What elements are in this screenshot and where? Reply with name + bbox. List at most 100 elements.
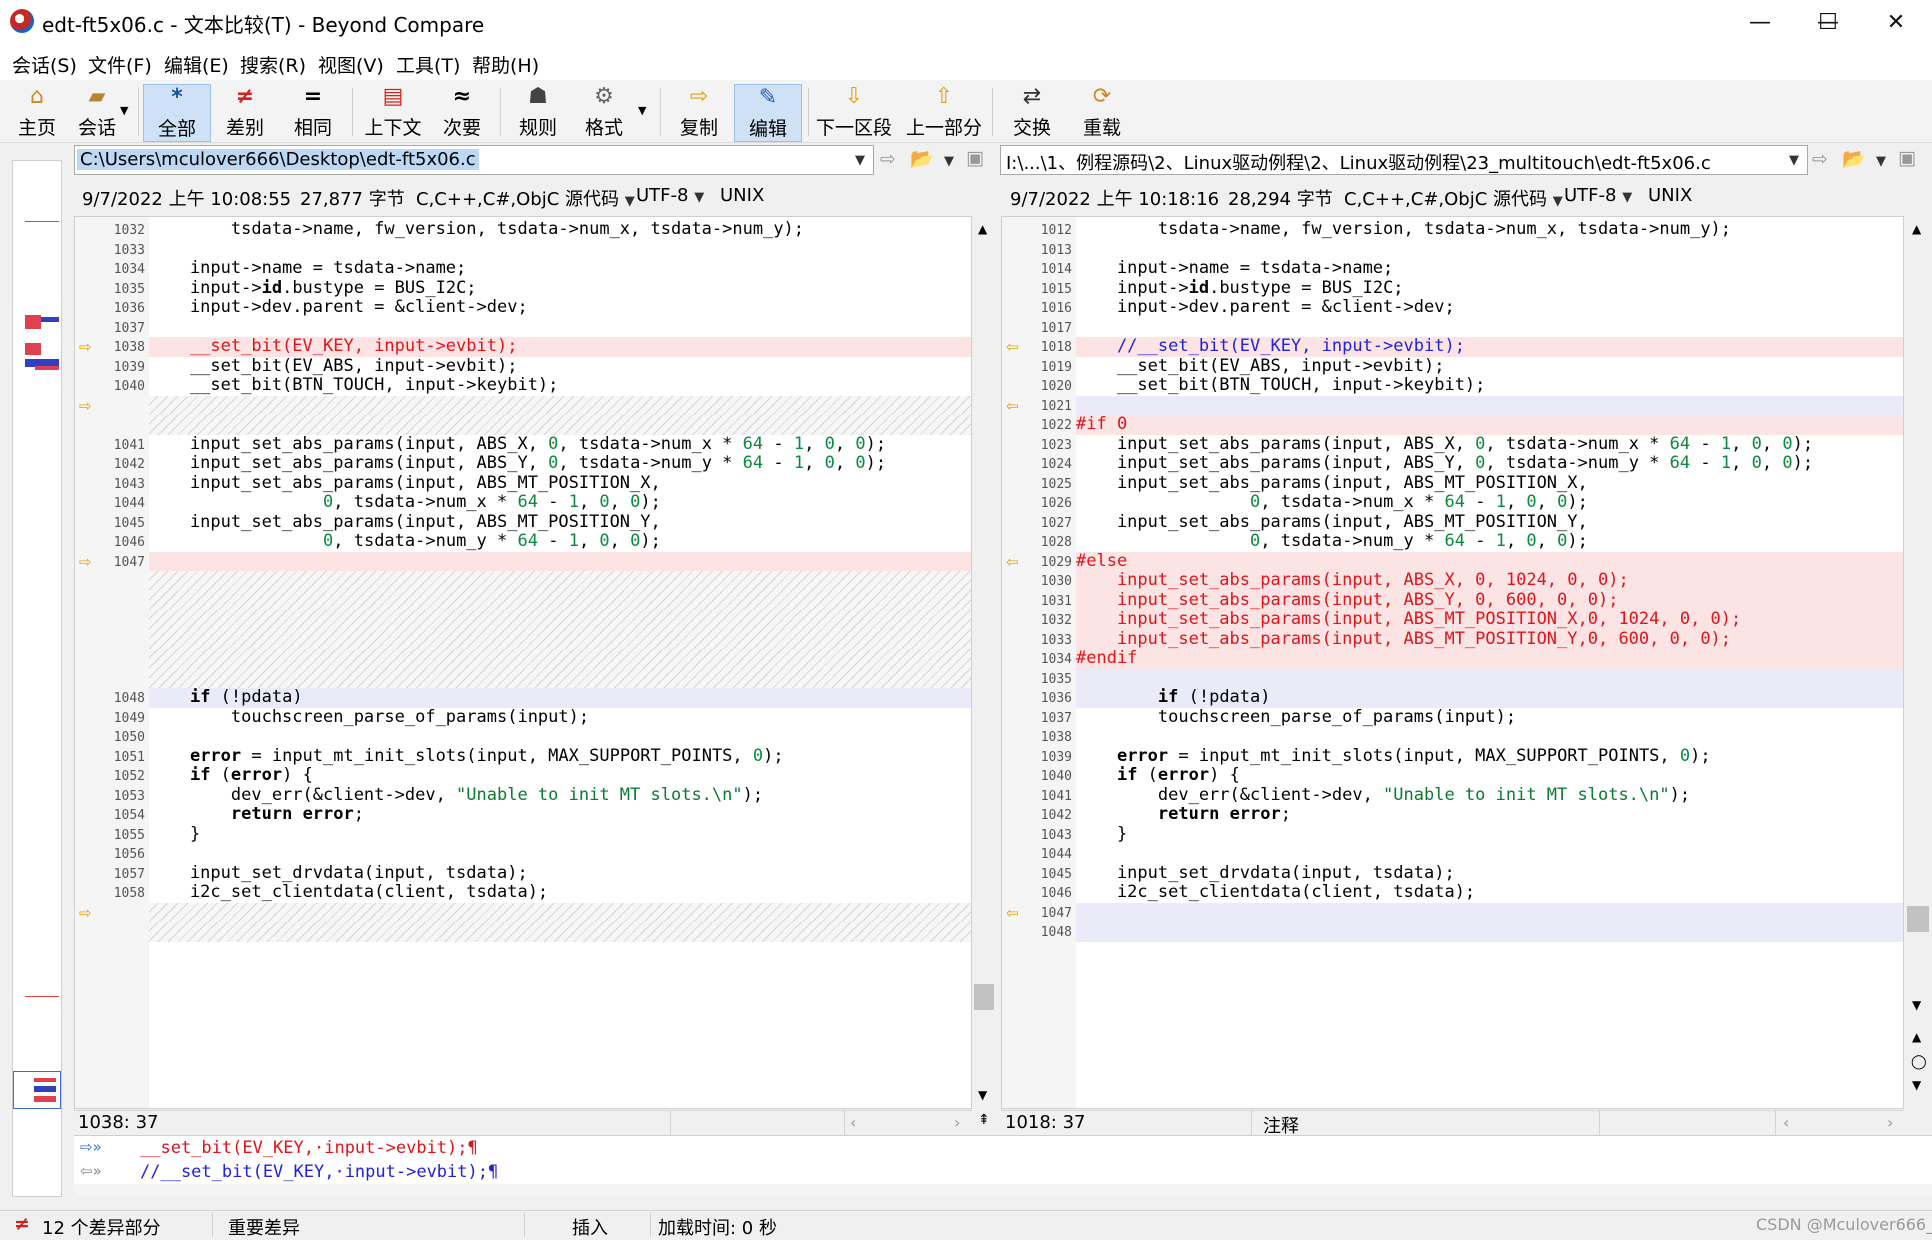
- code-line[interactable]: if (!pdata): [149, 688, 971, 708]
- code-line[interactable]: input_set_abs_params(input, ABS_MT_POSIT…: [149, 512, 971, 533]
- copy-to-right-icon[interactable]: ⇨: [79, 553, 92, 571]
- code-line[interactable]: input_set_drvdata(input, tsdata);: [149, 863, 971, 884]
- code-line[interactable]: __set_bit(BTN_TOUCH, input->keybit);: [149, 376, 971, 396]
- code-line[interactable]: }: [149, 824, 971, 845]
- copy-to-right-icon[interactable]: ⇨: [79, 338, 92, 356]
- scroll-up-icon[interactable]: ▲: [978, 222, 987, 236]
- code-line[interactable]: #endif: [1076, 649, 1903, 669]
- scroll-down-icon[interactable]: ▼: [978, 1088, 987, 1102]
- menu-search[interactable]: 搜索(R): [240, 51, 306, 78]
- left-editor-pane[interactable]: tsdata->name, fw_version, tsdata->num_x,…: [74, 216, 972, 1109]
- code-line[interactable]: 0, tsdata->num_x * 64 - 1, 0, 0);: [149, 493, 971, 513]
- code-line[interactable]: touchscreen_parse_of_params(input);: [1076, 707, 1903, 728]
- code-line[interactable]: #if 0: [1076, 415, 1903, 435]
- copy-to-right-icon[interactable]: ⇨: [79, 397, 92, 415]
- code-line[interactable]: input_set_abs_params(input, ABS_MT_POSIT…: [1076, 473, 1903, 494]
- code-line[interactable]: dev_err(&client->dev, "Unable to init MT…: [1076, 785, 1903, 806]
- swap-button[interactable]: ⇄ 交换: [1000, 84, 1064, 140]
- show-diffs-button[interactable]: ≠ 差别: [214, 84, 276, 140]
- code-line[interactable]: __set_bit(BTN_TOUCH, input->keybit);: [1076, 376, 1903, 396]
- session-dropdown-icon[interactable]: ▼: [120, 104, 128, 117]
- next-section-button[interactable]: ⇩ 下一区段: [816, 84, 892, 140]
- menu-tools[interactable]: 工具(T): [396, 51, 460, 78]
- scroll-right-icon[interactable]: ›: [1887, 1113, 1893, 1132]
- code-line[interactable]: }: [1076, 824, 1903, 845]
- code-line[interactable]: input_set_abs_params(input, ABS_Y, 0, 60…: [1076, 590, 1903, 610]
- code-line[interactable]: [149, 318, 971, 338]
- scroll-right-icon[interactable]: ›: [954, 1113, 960, 1132]
- menu-help[interactable]: 帮助(H): [472, 51, 539, 78]
- code-line[interactable]: error = input_mt_init_slots(input, MAX_S…: [149, 746, 971, 767]
- code-line[interactable]: error = input_mt_init_slots(input, MAX_S…: [1076, 746, 1903, 767]
- code-line[interactable]: input_set_abs_params(input, ABS_X, 0, ts…: [149, 434, 971, 455]
- overview-viewport[interactable]: [13, 1071, 61, 1109]
- code-line[interactable]: [149, 571, 971, 591]
- scroll-up-icon[interactable]: ▲: [1912, 222, 1921, 236]
- code-line[interactable]: [149, 240, 971, 260]
- detail-hscrollbar[interactable]: [74, 1184, 1932, 1196]
- code-line[interactable]: return error;: [149, 805, 971, 825]
- reload-button[interactable]: ⟳ 重载: [1070, 84, 1134, 140]
- code-line[interactable]: if (error) {: [1076, 766, 1903, 786]
- code-line[interactable]: [149, 415, 971, 435]
- close-button[interactable]: ✕: [1862, 0, 1930, 44]
- code-line[interactable]: i2c_set_clientdata(client, tsdata);: [1076, 883, 1903, 903]
- prev-section-button[interactable]: ⇧ 上一部分: [904, 84, 984, 140]
- code-line[interactable]: //__set_bit(EV_KEY, input->evbit);: [1076, 337, 1903, 357]
- code-line[interactable]: [149, 922, 971, 942]
- code-line[interactable]: [149, 649, 971, 669]
- code-line[interactable]: [149, 590, 971, 610]
- code-line[interactable]: tsdata->name, fw_version, tsdata->num_x,…: [1076, 220, 1903, 240]
- code-line[interactable]: input_set_abs_params(input, ABS_Y, 0, ts…: [149, 454, 971, 474]
- scroll-left-icon[interactable]: ‹: [850, 1113, 856, 1132]
- code-line[interactable]: input->name = tsdata->name;: [149, 259, 971, 279]
- code-line[interactable]: [149, 902, 971, 922]
- code-line[interactable]: [1076, 727, 1903, 747]
- code-line[interactable]: [1076, 318, 1903, 338]
- format-button[interactable]: ⚙ 格式: [576, 84, 632, 140]
- code-line[interactable]: input_set_abs_params(input, ABS_MT_POSIT…: [1076, 512, 1903, 533]
- left-format-select[interactable]: C,C++,C#,ObjC 源代码 ▼: [416, 185, 635, 211]
- code-line[interactable]: input_set_drvdata(input, tsdata);: [1076, 863, 1903, 884]
- code-line[interactable]: touchscreen_parse_of_params(input);: [149, 707, 971, 728]
- code-line[interactable]: __set_bit(EV_KEY, input->evbit);: [149, 337, 971, 357]
- code-line[interactable]: dev_err(&client->dev, "Unable to init MT…: [149, 785, 971, 806]
- right-path-field[interactable]: I:\...\1、例程源码\2、Linux驱动例程\2、Linux驱动例程\23…: [1000, 145, 1808, 175]
- left-eol[interactable]: UNIX: [720, 185, 764, 206]
- left-open-folder-icon[interactable]: 📂: [910, 147, 934, 170]
- code-line[interactable]: #else: [1076, 551, 1903, 571]
- code-line[interactable]: [149, 727, 971, 747]
- code-line[interactable]: i2c_set_clientdata(client, tsdata);: [149, 883, 971, 903]
- code-line[interactable]: input_set_abs_params(input, ABS_X, 0, 10…: [1076, 571, 1903, 591]
- code-line[interactable]: input->id.bustype = BUS_I2C;: [149, 278, 971, 299]
- diff-overview-map[interactable]: [12, 160, 62, 1197]
- code-line[interactable]: [1076, 240, 1903, 260]
- right-vertical-scrollbar[interactable]: ▲ ▼ ▲ ◯ ▼: [1904, 216, 1932, 1109]
- code-line[interactable]: 0, tsdata->num_y * 64 - 1, 0, 0);: [1076, 532, 1903, 552]
- code-line[interactable]: 0, tsdata->num_y * 64 - 1, 0, 0);: [149, 532, 971, 552]
- prev-diff-small-icon[interactable]: ▲: [1912, 1030, 1921, 1044]
- right-save-icon[interactable]: ▣: [1898, 147, 1916, 169]
- left-scroll-thumb[interactable]: [974, 984, 994, 1010]
- code-line[interactable]: __set_bit(EV_ABS, input->evbit);: [1076, 356, 1903, 377]
- next-diff-small-icon[interactable]: ▼: [1912, 1078, 1921, 1092]
- code-line[interactable]: input_set_abs_params(input, ABS_X, 0, ts…: [1076, 434, 1903, 455]
- left-path-dropdown-icon[interactable]: ▼: [855, 153, 865, 168]
- maximize-button[interactable]: ☐: [1794, 0, 1862, 44]
- rules-button[interactable]: ☗ 规则: [508, 84, 568, 140]
- minimize-button[interactable]: —: [1726, 0, 1794, 44]
- left-encoding-select[interactable]: UTF-8 ▼: [636, 185, 704, 206]
- menu-session[interactable]: 会话(S): [12, 51, 77, 78]
- right-refresh-icon[interactable]: ⇨: [1812, 148, 1828, 170]
- code-line[interactable]: input_set_abs_params(input, ABS_MT_POSIT…: [1076, 629, 1903, 649]
- minor-button[interactable]: ≈ 次要: [432, 84, 492, 140]
- copy-to-left-icon[interactable]: ⇦: [1006, 904, 1019, 922]
- right-path-dropdown-icon[interactable]: ▼: [1789, 153, 1799, 168]
- menu-view[interactable]: 视图(V): [318, 51, 384, 78]
- code-line[interactable]: [149, 395, 971, 415]
- right-encoding-select[interactable]: UTF-8 ▼: [1564, 185, 1632, 206]
- code-line[interactable]: [1076, 844, 1903, 864]
- right-scroll-thumb[interactable]: [1907, 906, 1929, 932]
- scroll-left-icon[interactable]: ‹: [1783, 1113, 1789, 1132]
- current-diff-icon[interactable]: ◯: [1911, 1054, 1927, 1070]
